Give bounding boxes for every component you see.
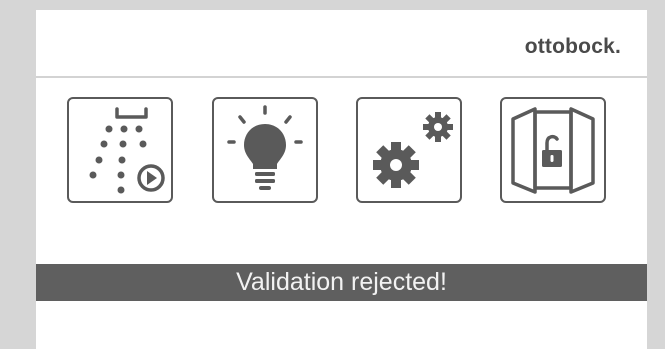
light-bulb-icon: [227, 105, 303, 190]
status-message: Validation rejected!: [36, 264, 647, 301]
gears-icon: [373, 112, 453, 188]
shower-program-button[interactable]: [67, 97, 173, 203]
ottobock-logo: ottobock.: [524, 35, 621, 58]
device-screen: ottobock. Validation rejected!: [36, 10, 647, 349]
header-divider: [36, 76, 647, 78]
shower-play-icon: [89, 107, 165, 194]
light-button[interactable]: [212, 97, 318, 203]
door-unlock-button[interactable]: [500, 97, 606, 203]
door-unlock-icon: [511, 107, 595, 194]
settings-button[interactable]: [356, 97, 462, 203]
